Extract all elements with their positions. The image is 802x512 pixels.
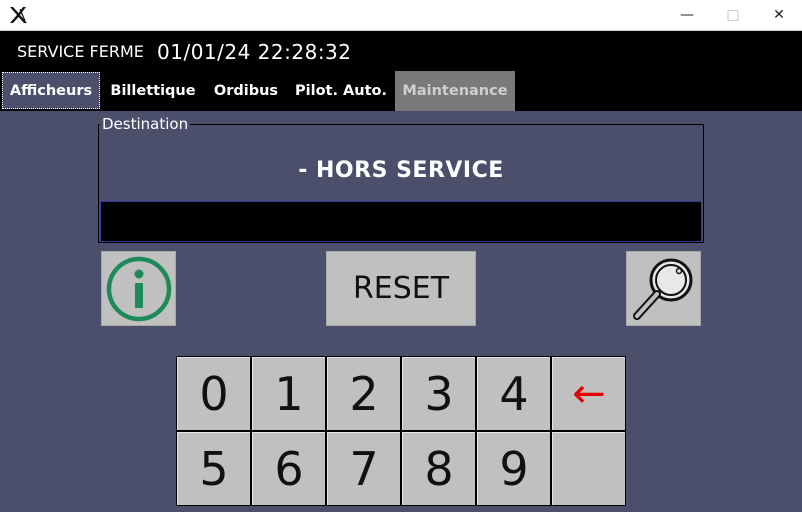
key-1[interactable]: 1 (252, 357, 325, 430)
maximize-button[interactable]: □ (710, 0, 756, 30)
key-8[interactable]: 8 (402, 432, 475, 505)
key-6[interactable]: 6 (252, 432, 325, 505)
search-button[interactable] (626, 251, 701, 326)
close-button[interactable]: ✕ (756, 0, 802, 30)
backspace-key[interactable]: ← (552, 357, 625, 430)
key-7[interactable]: 7 (327, 432, 400, 505)
key-5[interactable]: 5 (177, 432, 250, 505)
destination-input[interactable] (100, 201, 702, 242)
destination-legend: Destination (100, 115, 191, 133)
tab-afficheurs[interactable]: Afficheurs (2, 72, 100, 109)
service-status: SERVICE FERME (17, 42, 144, 61)
datetime-display: 01/01/24 22:28:32 (157, 40, 352, 64)
key-2[interactable]: 2 (327, 357, 400, 430)
reset-button[interactable]: RESET (326, 251, 476, 326)
magnifier-icon (632, 258, 692, 320)
minimize-button[interactable]: — (664, 0, 710, 30)
tab-ordibus[interactable]: Ordibus (206, 71, 286, 111)
tab-maintenance[interactable]: Maintenance (395, 71, 515, 111)
numeric-keypad: 0 1 2 3 4 ← 5 6 7 8 9 (176, 356, 626, 506)
key-3[interactable]: 3 (402, 357, 475, 430)
tab-billettique[interactable]: Billettique (104, 71, 202, 111)
key-9[interactable]: 9 (477, 432, 550, 505)
info-icon (106, 256, 171, 321)
key-0[interactable]: 0 (177, 357, 250, 430)
current-destination: - HORS SERVICE (298, 158, 504, 183)
key-4[interactable]: 4 (477, 357, 550, 430)
x-logo-icon (10, 7, 27, 23)
info-button[interactable] (101, 251, 176, 326)
tab-pilot-auto[interactable]: Pilot. Auto. (289, 71, 393, 111)
window-titlebar: — □ ✕ (0, 0, 802, 31)
blank-key[interactable] (552, 432, 625, 505)
